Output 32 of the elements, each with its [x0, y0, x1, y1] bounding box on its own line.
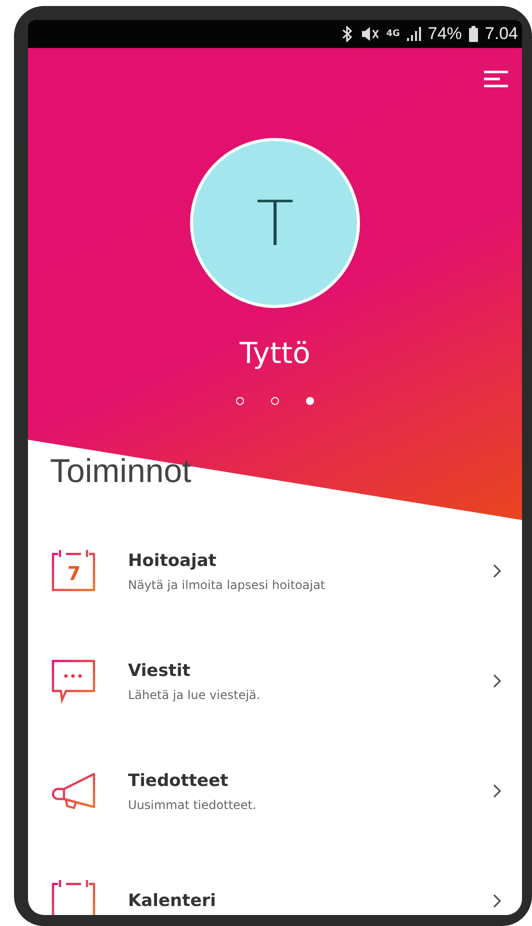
bluetooth-icon — [340, 26, 354, 42]
action-row[interactable]: 7 Hoitoajat Näytä ja ilmoita lapsesi hoitoajat — [50, 516, 502, 626]
chevron-icon — [493, 894, 502, 908]
action-row[interactable]: Kalenteri — [50, 846, 502, 915]
clock: 7.04 — [484, 24, 518, 44]
page-dot[interactable] — [236, 397, 244, 405]
action-description: Näytä ja ilmoita lapsesi hoitoajat — [128, 578, 326, 592]
signal-icon — [406, 27, 421, 41]
page-dot[interactable] — [306, 397, 314, 405]
action-row[interactable]: Viestit Lähetä ja lue viestejä. — [50, 626, 502, 736]
action-row[interactable]: Tiedotteet Uusimmat tiedotteet. — [50, 736, 502, 846]
chevron-icon — [493, 564, 502, 578]
chevron-icon — [493, 674, 502, 688]
action-title: Hoitoajat — [128, 550, 218, 570]
action-description: Lähetä ja lue viestejä. — [128, 688, 262, 702]
battery-percent: 74% — [428, 24, 462, 44]
avatar-initial: T — [256, 186, 294, 260]
chat-bubble-icon — [50, 658, 98, 704]
calendar-icon — [50, 878, 98, 915]
section-title: Toiminnot — [50, 452, 192, 490]
child-name: Tyttö — [240, 336, 310, 370]
chevron-icon — [493, 784, 502, 798]
page-dot[interactable] — [271, 397, 279, 405]
mute-icon — [361, 26, 380, 42]
battery-icon — [468, 26, 478, 42]
megaphone-icon — [50, 771, 98, 811]
action-description: Uusimmat tiedotteet. — [128, 798, 258, 812]
action-title: Kalenteri — [128, 891, 217, 911]
menu-icon[interactable] — [484, 70, 508, 88]
network-type: 4G — [386, 29, 400, 39]
action-title: Tiedotteet — [128, 770, 230, 790]
action-title: Viestit — [128, 660, 192, 680]
